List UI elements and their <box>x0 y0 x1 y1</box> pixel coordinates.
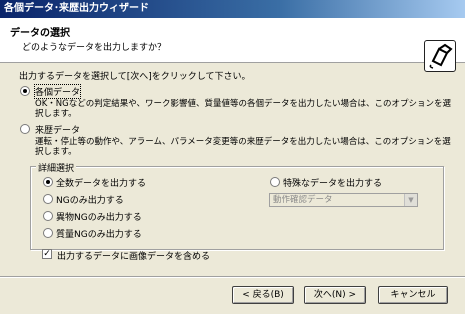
checkmark-icon: ✓ <box>43 249 51 259</box>
ng-only-label[interactable]: NGのみ出力する <box>56 193 124 206</box>
all-data-radio[interactable] <box>43 177 53 187</box>
ng-only-radio[interactable] <box>43 194 53 204</box>
wizard-export-icon <box>424 40 456 72</box>
history-data-radio[interactable] <box>20 124 30 134</box>
individual-data-label[interactable]: 各個データ <box>33 84 82 99</box>
include-images-checkbox[interactable]: ✓ <box>42 249 52 259</box>
history-data-label[interactable]: 来歴データ <box>35 123 80 136</box>
window-title: 各個データ･来歴出力ウィザード <box>0 0 465 18</box>
mass-ng-only-radio[interactable] <box>43 228 53 238</box>
wizard-window: 各個データ･来歴出力ウィザード データの選択 どのようなデータを出力しますか？ … <box>0 0 465 314</box>
back-button[interactable]: < 戻る(B) <box>232 286 294 304</box>
all-data-label[interactable]: 全数データを出力する <box>56 176 146 189</box>
special-data-radio[interactable] <box>270 177 280 187</box>
wizard-header: データの選択 どのようなデータを出力しますか？ <box>0 18 465 72</box>
history-data-description: 運転・停止等の動作や、アラーム、パラメータ変更等の来歴データを出力したい場合は、… <box>35 137 451 157</box>
header-subtitle: どのようなデータを出力しますか？ <box>22 43 167 53</box>
header-title: データの選択 <box>10 28 70 39</box>
foreign-ng-only-radio[interactable] <box>43 211 53 221</box>
foreign-ng-only-label[interactable]: 異物NGのみ出力する <box>56 210 142 223</box>
instruction-text: 出力するデータを選択して[次へ]をクリックして下さい。 <box>19 72 251 82</box>
footer-divider <box>0 276 465 278</box>
next-button[interactable]: 次へ(N) > <box>304 286 366 304</box>
special-data-select-value: 動作確認データ <box>273 195 333 205</box>
mass-ng-only-label[interactable]: 質量NGのみ出力する <box>56 227 142 240</box>
chevron-down-icon[interactable]: ▼ <box>404 194 417 206</box>
cancel-button[interactable]: キャンセル <box>378 286 448 304</box>
details-group-title: 詳細選択 <box>36 161 77 174</box>
include-images-label[interactable]: 出力するデータに画像データを含める <box>57 249 210 262</box>
individual-data-radio[interactable] <box>20 86 30 96</box>
individual-data-description: OK・NGなどの判定結果や、ワーク影響値、質量値等の各個データを出力したい場合は… <box>35 99 451 119</box>
special-data-select[interactable]: 動作確認データ ▼ <box>269 193 418 207</box>
special-data-label[interactable]: 特殊なデータを出力する <box>283 176 382 189</box>
